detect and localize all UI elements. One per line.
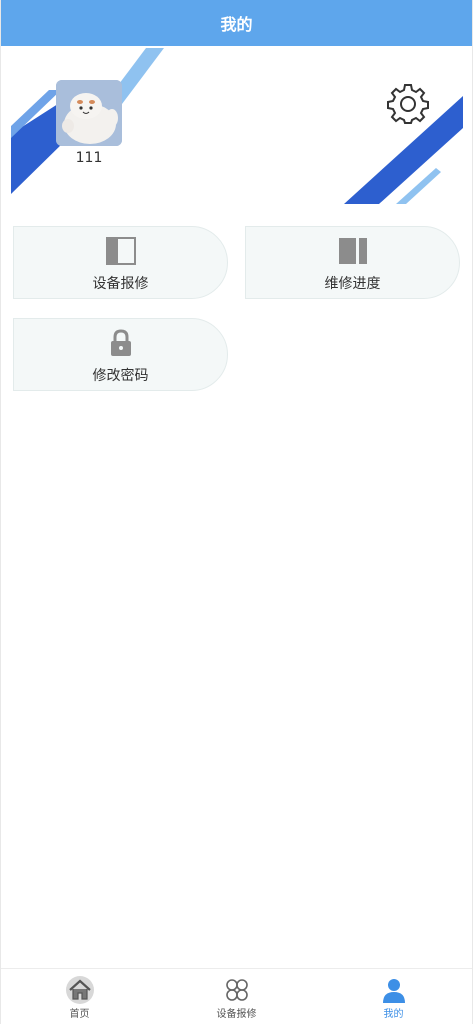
username: 111 xyxy=(75,150,103,166)
page-title: 我的 xyxy=(220,15,253,34)
bottom-tab-bar: 首页 设备报修 我的 xyxy=(1,968,472,1024)
tab-equipment-repair[interactable]: 设备报修 xyxy=(158,969,315,1024)
gear-icon xyxy=(387,84,429,124)
grid-circles-icon xyxy=(225,979,248,1001)
tab-mine[interactable]: 我的 xyxy=(315,969,472,1024)
tab-label: 设备报修 xyxy=(216,1009,257,1020)
menu-item-label: 设备报修 xyxy=(92,276,149,292)
tab-label: 我的 xyxy=(383,1009,404,1020)
lock-icon xyxy=(110,329,131,356)
avatar[interactable] xyxy=(56,80,122,146)
menu-item-change-password[interactable]: 修改密码 xyxy=(13,318,228,391)
mine-page: 我的 111 设备报修 维修进度 修改密码 首页 设备报修 我的 xyxy=(0,0,473,1024)
menu-item-label: 修改密码 xyxy=(92,368,149,384)
tab-home[interactable]: 首页 xyxy=(1,969,158,1024)
settings-button[interactable] xyxy=(387,83,429,125)
user-icon xyxy=(382,979,405,1003)
panel-right-icon xyxy=(338,238,367,264)
menu-item-label: 维修进度 xyxy=(324,276,381,292)
menu-item-repair-progress[interactable]: 维修进度 xyxy=(245,226,460,299)
avatar-image xyxy=(56,80,122,146)
header-bar: 我的 xyxy=(1,0,472,46)
tab-label: 首页 xyxy=(69,1009,90,1020)
profile-section: 111 xyxy=(1,46,472,206)
menu-item-equipment-repair[interactable]: 设备报修 xyxy=(13,226,228,299)
home-icon xyxy=(65,976,94,1004)
panel-left-icon xyxy=(105,237,136,265)
